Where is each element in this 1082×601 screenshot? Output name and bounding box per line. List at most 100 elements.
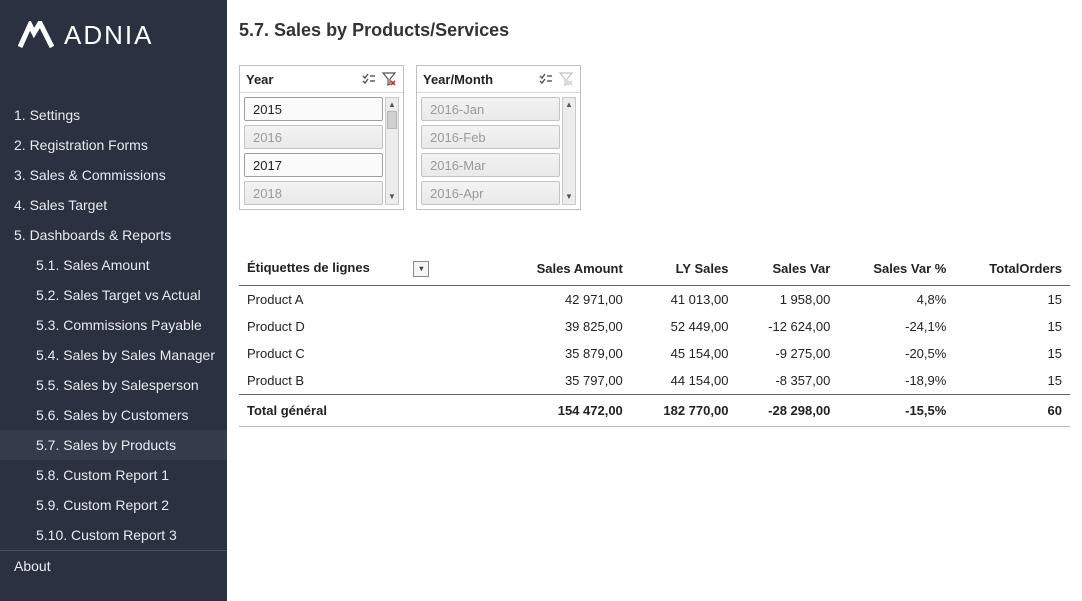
col-header-label: LY Sales	[676, 261, 729, 276]
table-total-row: Total général 154 472,00 182 770,00 -28 …	[239, 394, 1070, 426]
col-header-label: Étiquettes de lignes	[247, 260, 370, 275]
logo-mark-icon	[18, 21, 54, 49]
cell-total-label: Total général	[239, 394, 498, 426]
col-header-rowlabels[interactable]: Étiquettes de lignes ▾	[239, 254, 498, 285]
slicer-option[interactable]: 2016	[244, 125, 383, 149]
slicer-option-label: 2016-Mar	[430, 158, 486, 173]
cell-ly-sales: 52 449,00	[631, 313, 737, 340]
slicer-option[interactable]: 2017	[244, 153, 383, 177]
sidebar-item-label: 5.5. Sales by Salesperson	[36, 377, 199, 393]
cell-sales-var: -12 624,00	[736, 313, 838, 340]
col-header-label: Sales Var %	[873, 261, 946, 276]
sidebar-item-registration-forms[interactable]: 2. Registration Forms	[0, 130, 227, 160]
sidebar-item-label: 5.7. Sales by Products	[36, 437, 176, 453]
cell-total-ly-sales: 182 770,00	[631, 394, 737, 426]
slicer-option[interactable]: 2016-Mar	[421, 153, 560, 177]
clear-filter-icon[interactable]	[558, 71, 574, 87]
table-row[interactable]: Product A 42 971,00 41 013,00 1 958,00 4…	[239, 285, 1070, 313]
slicer-scrollbar[interactable]: ▲ ▼	[385, 97, 399, 205]
table-row[interactable]: Product B 35 797,00 44 154,00 -8 357,00 …	[239, 367, 1070, 395]
multiselect-icon[interactable]	[361, 71, 377, 87]
cell-ly-sales: 44 154,00	[631, 367, 737, 395]
sidebar-sub-custom-report-3[interactable]: 5.10. Custom Report 3	[0, 520, 227, 550]
cell-total-orders: 15	[954, 285, 1070, 313]
col-header-ly-sales[interactable]: LY Sales	[631, 254, 737, 285]
multiselect-icon[interactable]	[538, 71, 554, 87]
sidebar-sub-sales-by-sales-manager[interactable]: 5.4. Sales by Sales Manager	[0, 340, 227, 370]
sidebar-item-label: 5.10. Custom Report 3	[36, 527, 177, 543]
table-header-row: Étiquettes de lignes ▾ Sales Amount LY S…	[239, 254, 1070, 285]
scroll-down-icon[interactable]: ▼	[563, 191, 575, 203]
cell-label: Product A	[239, 285, 498, 313]
scroll-up-icon[interactable]: ▲	[563, 99, 575, 111]
slicer-option-label: 2018	[253, 186, 282, 201]
slicer-title: Year	[246, 72, 357, 87]
slicer-option-label: 2016	[253, 130, 282, 145]
sidebar-item-settings[interactable]: 1. Settings	[0, 100, 227, 130]
cell-sales-amount: 42 971,00	[498, 285, 631, 313]
slicer-row: Year 2015 2016 2017 2018 ▲	[239, 65, 1070, 210]
slicer-option-label: 2015	[253, 102, 282, 117]
column-dropdown-icon[interactable]: ▾	[413, 261, 429, 277]
cell-sales-var: -8 357,00	[736, 367, 838, 395]
slicer-year: Year 2015 2016 2017 2018 ▲	[239, 65, 404, 210]
col-header-total-orders[interactable]: TotalOrders	[954, 254, 1070, 285]
cell-total-sales-var: -28 298,00	[736, 394, 838, 426]
sidebar-sub-sales-by-products[interactable]: 5.7. Sales by Products	[0, 430, 227, 460]
cell-sales-var-pct: 4,8%	[838, 285, 954, 313]
slicer-option[interactable]: 2018	[244, 181, 383, 205]
slicer-year-header: Year	[240, 66, 403, 92]
sidebar-item-label: 4. Sales Target	[14, 197, 107, 213]
col-header-sales-var[interactable]: Sales Var	[736, 254, 838, 285]
sidebar-sub-sales-by-salesperson[interactable]: 5.5. Sales by Salesperson	[0, 370, 227, 400]
scroll-thumb[interactable]	[387, 111, 397, 129]
sidebar-item-label: 1. Settings	[14, 107, 80, 123]
sidebar-item-label: 5.9. Custom Report 2	[36, 497, 169, 513]
page-title: 5.7. Sales by Products/Services	[239, 20, 1070, 41]
slicer-yearmonth: Year/Month 2016-Jan 2016-Feb 2016-Mar 20…	[416, 65, 581, 210]
slicer-scrollbar[interactable]: ▲ ▼	[562, 97, 576, 205]
cell-total-total-orders: 60	[954, 394, 1070, 426]
sidebar-item-sales-commissions[interactable]: 3. Sales & Commissions	[0, 160, 227, 190]
cell-sales-var-pct: -24,1%	[838, 313, 954, 340]
col-header-label: Sales Amount	[537, 261, 623, 276]
slicer-option-label: 2016-Apr	[430, 186, 483, 201]
cell-ly-sales: 41 013,00	[631, 285, 737, 313]
cell-label: Product B	[239, 367, 498, 395]
slicer-option[interactable]: 2015	[244, 97, 383, 121]
sidebar-item-label: 3. Sales & Commissions	[14, 167, 166, 183]
slicer-yearmonth-body: 2016-Jan 2016-Feb 2016-Mar 2016-Apr ▲ ▼	[417, 92, 580, 209]
slicer-option-label: 2017	[253, 158, 282, 173]
sidebar-sub-sales-by-customers[interactable]: 5.6. Sales by Customers	[0, 400, 227, 430]
scroll-down-icon[interactable]: ▼	[386, 191, 398, 203]
cell-sales-amount: 35 879,00	[498, 340, 631, 367]
table-row[interactable]: Product C 35 879,00 45 154,00 -9 275,00 …	[239, 340, 1070, 367]
sidebar-item-label: 2. Registration Forms	[14, 137, 148, 153]
sidebar-sub-sales-target-vs-actual[interactable]: 5.2. Sales Target vs Actual	[0, 280, 227, 310]
scroll-up-icon[interactable]: ▲	[386, 99, 398, 111]
sidebar-sub-commissions-payable[interactable]: 5.3. Commissions Payable	[0, 310, 227, 340]
sidebar-item-label: 5.3. Commissions Payable	[36, 317, 202, 333]
col-header-sales-var-pct[interactable]: Sales Var %	[838, 254, 954, 285]
slicer-option[interactable]: 2016-Apr	[421, 181, 560, 205]
cell-ly-sales: 45 154,00	[631, 340, 737, 367]
slicer-year-list: 2015 2016 2017 2018	[244, 97, 383, 205]
sidebar-nav: 1. Settings 2. Registration Forms 3. Sal…	[0, 70, 227, 580]
col-header-label: Sales Var	[773, 261, 831, 276]
sidebar-item-about[interactable]: About	[0, 550, 227, 580]
brand-logo: ADNIA	[0, 0, 227, 70]
slicer-option[interactable]: 2016-Feb	[421, 125, 560, 149]
sidebar-item-sales-target[interactable]: 4. Sales Target	[0, 190, 227, 220]
brand-name: ADNIA	[64, 20, 153, 51]
sidebar: ADNIA 1. Settings 2. Registration Forms …	[0, 0, 227, 601]
sidebar-item-dashboards-reports[interactable]: 5. Dashboards & Reports	[0, 220, 227, 250]
col-header-sales-amount[interactable]: Sales Amount	[498, 254, 631, 285]
sidebar-item-label: 5.8. Custom Report 1	[36, 467, 169, 483]
sidebar-sub-custom-report-1[interactable]: 5.8. Custom Report 1	[0, 460, 227, 490]
cell-sales-var: -9 275,00	[736, 340, 838, 367]
table-row[interactable]: Product D 39 825,00 52 449,00 -12 624,00…	[239, 313, 1070, 340]
clear-filter-icon[interactable]	[381, 71, 397, 87]
sidebar-sub-custom-report-2[interactable]: 5.9. Custom Report 2	[0, 490, 227, 520]
sidebar-sub-sales-amount[interactable]: 5.1. Sales Amount	[0, 250, 227, 280]
slicer-option[interactable]: 2016-Jan	[421, 97, 560, 121]
